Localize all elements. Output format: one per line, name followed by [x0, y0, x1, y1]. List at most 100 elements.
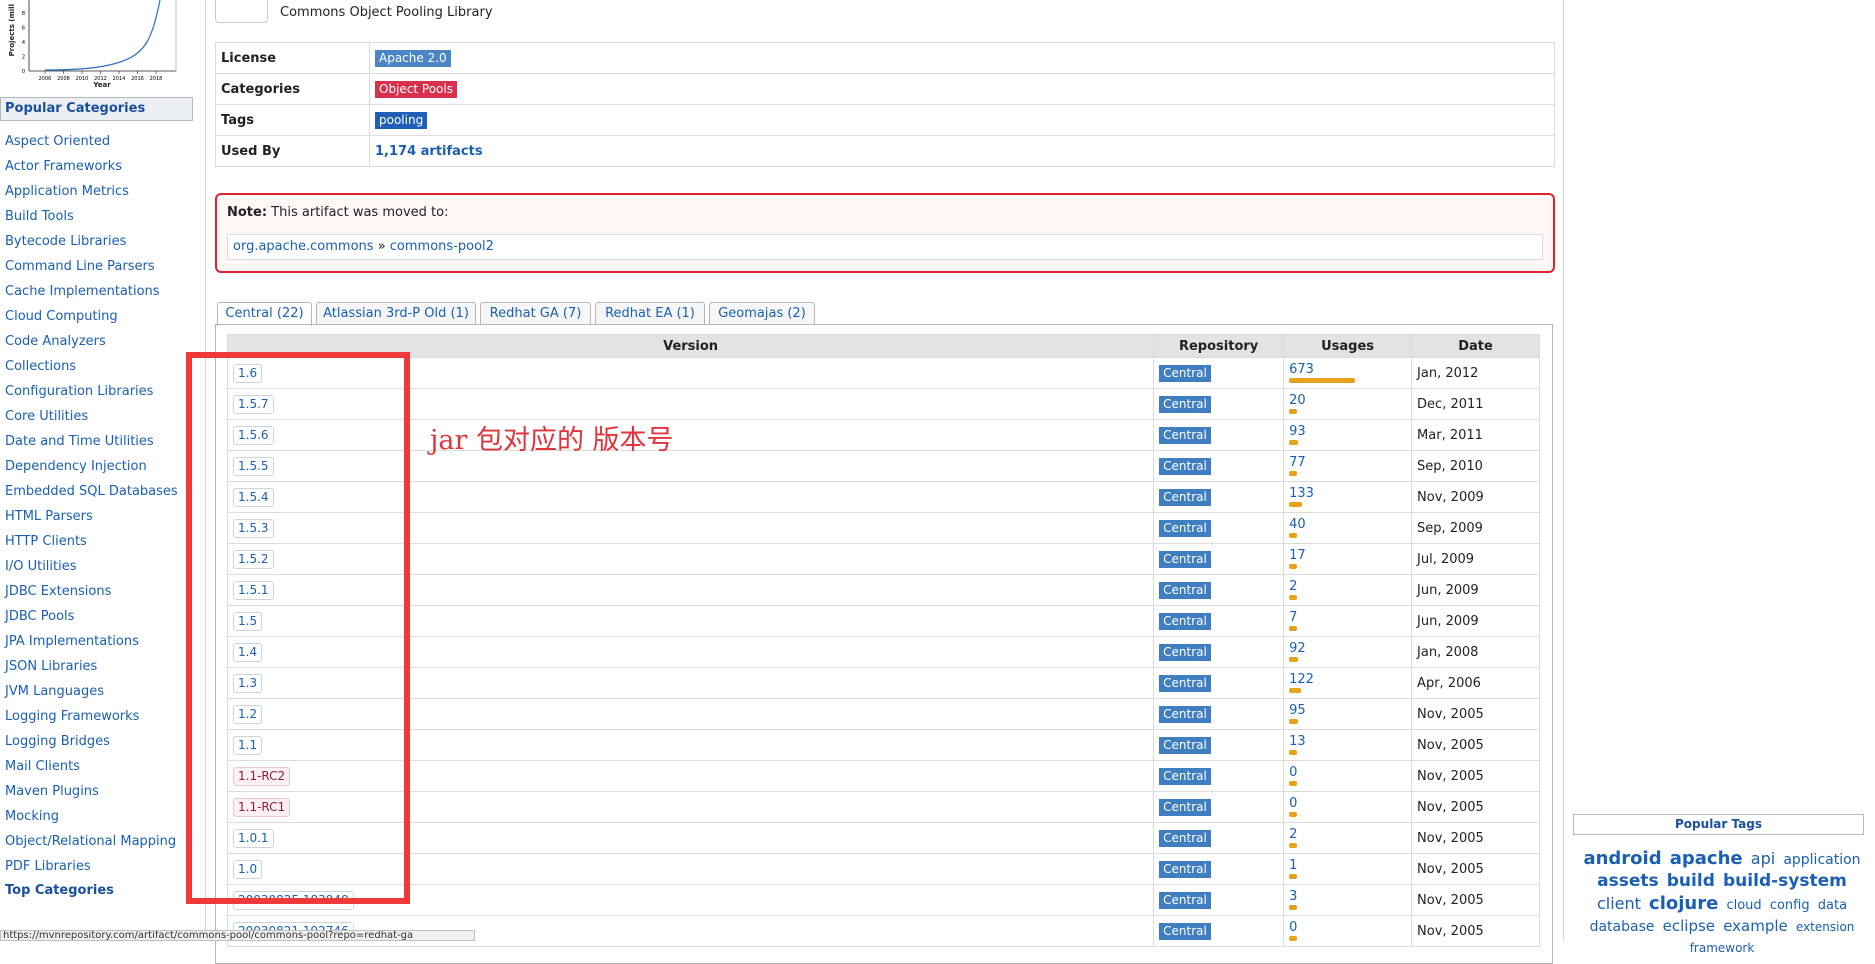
usages-link[interactable]: 0: [1289, 797, 1406, 811]
category-link[interactable]: Build Tools: [5, 209, 74, 224]
category-link[interactable]: Embedded SQL Databases: [5, 484, 178, 499]
repository-label[interactable]: Central: [1159, 674, 1211, 692]
repository-label[interactable]: Central: [1159, 519, 1211, 537]
usages-link[interactable]: 1: [1289, 859, 1406, 873]
category-link[interactable]: Cloud Computing: [5, 309, 118, 324]
usages-link[interactable]: 95: [1289, 704, 1406, 718]
repository-label[interactable]: Central: [1159, 798, 1211, 816]
usages-link[interactable]: 2: [1289, 828, 1406, 842]
repository-label[interactable]: Central: [1159, 860, 1211, 878]
category-link[interactable]: HTML Parsers: [5, 509, 93, 524]
usages-link[interactable]: 20: [1289, 394, 1406, 408]
category-link[interactable]: Configuration Libraries: [5, 384, 153, 399]
usages-link[interactable]: 92: [1289, 642, 1406, 656]
repository-label[interactable]: Central: [1159, 457, 1211, 475]
popular-tag-link[interactable]: framework: [1690, 941, 1755, 955]
relocated-group-link[interactable]: org.apache.commons: [233, 239, 374, 254]
popular-tag-link[interactable]: extension: [1796, 920, 1855, 934]
category-link[interactable]: Bytecode Libraries: [5, 234, 126, 249]
category-link[interactable]: HTTP Clients: [5, 534, 87, 549]
category-link[interactable]: Application Metrics: [5, 184, 129, 199]
popular-tag-link[interactable]: apache: [1670, 848, 1743, 869]
usages-link[interactable]: 77: [1289, 456, 1406, 470]
popular-tag-link[interactable]: eclipse: [1663, 917, 1715, 935]
popular-tag-link[interactable]: build: [1667, 871, 1715, 891]
repository-cell: Central: [1153, 357, 1285, 389]
category-link[interactable]: Logging Frameworks: [5, 709, 139, 724]
category-link[interactable]: Aspect Oriented: [5, 134, 110, 149]
tab-central[interactable]: Central (22): [217, 302, 312, 326]
category-link[interactable]: JDBC Pools: [5, 609, 74, 624]
popular-tag-link[interactable]: database: [1590, 919, 1655, 935]
category-link[interactable]: I/O Utilities: [5, 559, 77, 574]
tag-label-pooling[interactable]: pooling: [375, 111, 428, 129]
popular-tag-link[interactable]: data: [1818, 898, 1847, 913]
category-link[interactable]: Mail Clients: [5, 759, 80, 774]
category-link[interactable]: Cache Implementations: [5, 284, 160, 299]
popular-tag-link[interactable]: config: [1770, 898, 1810, 913]
repository-label[interactable]: Central: [1159, 550, 1211, 568]
popular-tag-link[interactable]: api: [1751, 849, 1775, 868]
repository-label[interactable]: Central: [1159, 705, 1211, 723]
license-label[interactable]: Apache 2.0: [375, 49, 451, 67]
category-link[interactable]: Object/Relational Mapping: [5, 834, 176, 849]
usages-link[interactable]: 2: [1289, 580, 1406, 594]
repository-cell: Central: [1153, 636, 1285, 668]
usages-link[interactable]: 7: [1289, 611, 1406, 625]
tab-redhat-ea[interactable]: Redhat EA (1): [595, 302, 705, 325]
usages-link[interactable]: 93: [1289, 425, 1406, 439]
category-link[interactable]: JDBC Extensions: [5, 584, 111, 599]
repository-label[interactable]: Central: [1159, 395, 1211, 413]
popular-tag-link[interactable]: cloud: [1726, 898, 1761, 913]
usages-link[interactable]: 13: [1289, 735, 1406, 749]
category-link[interactable]: PDF Libraries: [5, 859, 91, 874]
usages-link[interactable]: 0: [1289, 766, 1406, 780]
popular-tag-link[interactable]: build-system: [1723, 871, 1847, 891]
usages-link[interactable]: 40: [1289, 518, 1406, 532]
used-by-link[interactable]: 1,174 artifacts: [375, 144, 483, 159]
popular-tag-link[interactable]: application: [1783, 852, 1860, 868]
repository-label[interactable]: Central: [1159, 829, 1211, 847]
usages-link[interactable]: 673: [1289, 363, 1406, 377]
popular-tag-link[interactable]: client: [1597, 894, 1641, 913]
usages-link[interactable]: 133: [1289, 487, 1406, 501]
category-link[interactable]: Dependency Injection: [5, 459, 147, 474]
repository-label[interactable]: Central: [1159, 612, 1211, 630]
category-link[interactable]: Code Analyzers: [5, 334, 106, 349]
tab-redhat-ga[interactable]: Redhat GA (7): [480, 302, 591, 325]
popular-tag-link[interactable]: example: [1723, 917, 1788, 935]
usages-link[interactable]: 0: [1289, 921, 1406, 935]
repository-label[interactable]: Central: [1159, 736, 1211, 754]
tab-atlassian[interactable]: Atlassian 3rd-P Old (1): [316, 302, 476, 325]
usages-link[interactable]: 17: [1289, 549, 1406, 563]
category-link[interactable]: Command Line Parsers: [5, 259, 155, 274]
repository-label[interactable]: Central: [1159, 426, 1211, 444]
popular-tag-link[interactable]: clojure: [1649, 893, 1718, 914]
category-link[interactable]: Actor Frameworks: [5, 159, 122, 174]
repository-label[interactable]: Central: [1159, 643, 1211, 661]
popular-tag-link[interactable]: assets: [1597, 871, 1658, 891]
usages-link[interactable]: 3: [1289, 890, 1406, 904]
relocated-artifact-link[interactable]: commons-pool2: [390, 239, 494, 254]
repository-label[interactable]: Central: [1159, 364, 1211, 382]
category-link[interactable]: Maven Plugins: [5, 784, 99, 799]
category-link[interactable]: JPA Implementations: [5, 634, 139, 649]
annotation-text: jar 包对应的 版本号: [430, 425, 674, 456]
category-link[interactable]: Date and Time Utilities: [5, 434, 154, 449]
category-link[interactable]: Core Utilities: [5, 409, 88, 424]
category-link[interactable]: Logging Bridges: [5, 734, 110, 749]
repository-label[interactable]: Central: [1159, 488, 1211, 506]
category-link[interactable]: JVM Languages: [5, 684, 104, 699]
category-label-object-pools[interactable]: Object Pools: [375, 80, 457, 98]
tab-geomajas[interactable]: Geomajas (2): [709, 302, 815, 325]
popular-tag-link[interactable]: android: [1583, 848, 1661, 869]
repository-label[interactable]: Central: [1159, 891, 1211, 909]
repository-label[interactable]: Central: [1159, 581, 1211, 599]
category-link[interactable]: JSON Libraries: [5, 659, 97, 674]
repository-label[interactable]: Central: [1159, 922, 1211, 940]
usages-link[interactable]: 122: [1289, 673, 1406, 687]
repository-label[interactable]: Central: [1159, 767, 1211, 785]
category-link[interactable]: Mocking: [5, 809, 59, 824]
category-link[interactable]: Collections: [5, 359, 76, 374]
top-categories-link[interactable]: Top Categories: [5, 883, 114, 898]
